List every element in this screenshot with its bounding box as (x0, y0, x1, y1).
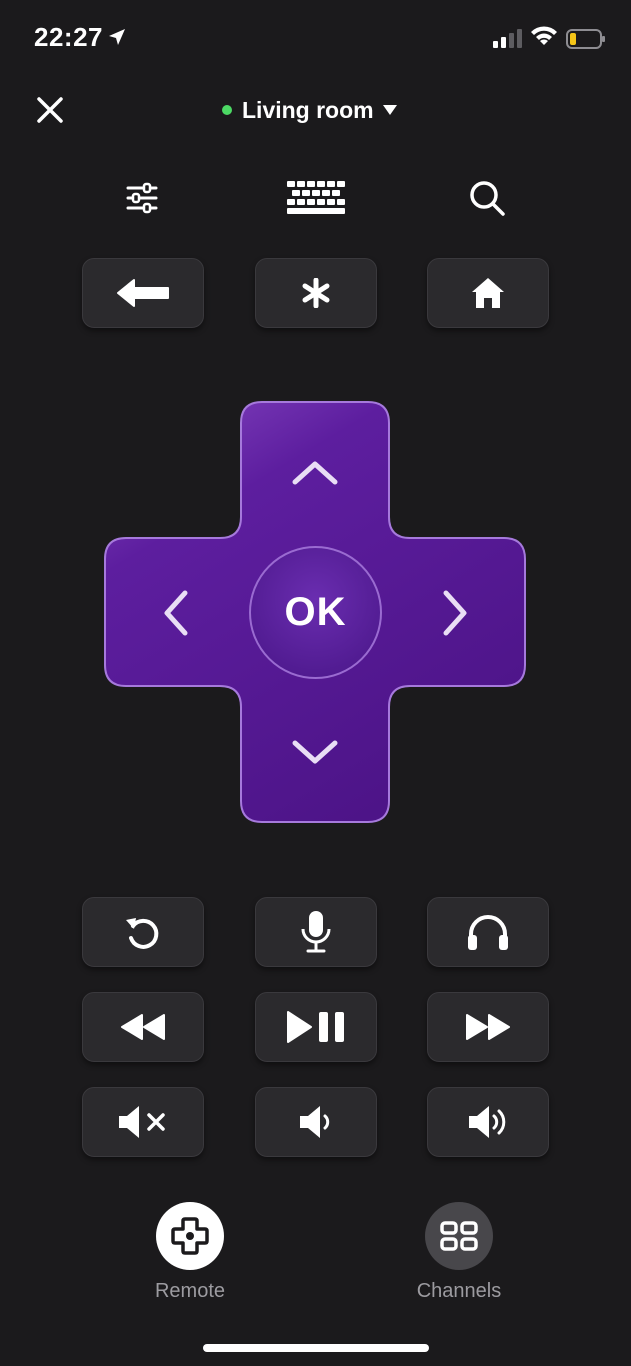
device-selector[interactable]: Living room (222, 94, 398, 126)
dpad-down-button[interactable] (242, 685, 388, 821)
status-time: 22:27 (34, 22, 103, 52)
microphone-icon (301, 911, 331, 953)
battery-low-icon (566, 29, 605, 49)
home-indicator (203, 1344, 429, 1352)
headphones-icon (468, 915, 508, 950)
play-pause-icon (287, 1011, 344, 1043)
wifi-icon (531, 26, 557, 45)
close-button[interactable] (34, 94, 66, 126)
remote-icon-circle (156, 1202, 224, 1270)
channels-icon-circle (425, 1202, 493, 1270)
home-button[interactable] (427, 258, 549, 328)
chevron-right-icon (443, 590, 467, 636)
private-listening-button[interactable] (427, 897, 549, 967)
settings-button[interactable] (120, 176, 164, 220)
device-status-dot (222, 105, 232, 115)
channels-grid-icon (440, 1221, 478, 1251)
device-name: Living room (242, 96, 374, 123)
chevron-left-icon (164, 590, 188, 636)
dpad-up-button[interactable] (242, 403, 388, 541)
nav-remote-label: Remote (154, 1280, 226, 1302)
nav-channels[interactable]: Channels (389, 1202, 529, 1303)
replay-icon (126, 918, 159, 949)
keyboard-button[interactable] (286, 176, 346, 220)
settings-sliders-icon (126, 182, 158, 214)
keyboard-icon (287, 181, 345, 214)
fast-forward-button[interactable] (427, 992, 549, 1062)
asterisk-icon (302, 278, 330, 308)
remote-dpad-icon (171, 1217, 209, 1255)
cellular-signal-icon (493, 29, 522, 48)
chevron-up-icon (292, 461, 338, 485)
dpad-left-button[interactable] (106, 540, 244, 686)
fast-forward-icon (466, 1014, 510, 1040)
options-button[interactable] (255, 258, 377, 328)
play-pause-button[interactable] (255, 992, 377, 1062)
chevron-down-icon (292, 740, 338, 764)
search-icon (470, 181, 505, 216)
ok-label: OK (284, 590, 347, 634)
volume-up-button[interactable] (427, 1087, 549, 1157)
nav-channels-label: Channels (416, 1280, 502, 1302)
rewind-icon (121, 1014, 165, 1040)
ok-button[interactable]: OK (249, 546, 382, 679)
volume-down-icon (300, 1106, 330, 1138)
caret-down-icon (382, 105, 397, 115)
replay-button[interactable] (82, 897, 204, 967)
nav-remote[interactable]: Remote (120, 1202, 260, 1303)
search-button[interactable] (465, 176, 509, 220)
back-arrow-icon (117, 279, 169, 307)
dpad-right-button[interactable] (388, 540, 524, 686)
mute-icon (119, 1106, 165, 1138)
rewind-button[interactable] (82, 992, 204, 1062)
voice-button[interactable] (255, 897, 377, 967)
volume-up-icon (469, 1106, 506, 1138)
mute-button[interactable] (82, 1087, 204, 1157)
volume-down-button[interactable] (255, 1087, 377, 1157)
back-button[interactable] (82, 258, 204, 328)
location-arrow-icon (109, 29, 125, 45)
home-icon (472, 278, 504, 308)
